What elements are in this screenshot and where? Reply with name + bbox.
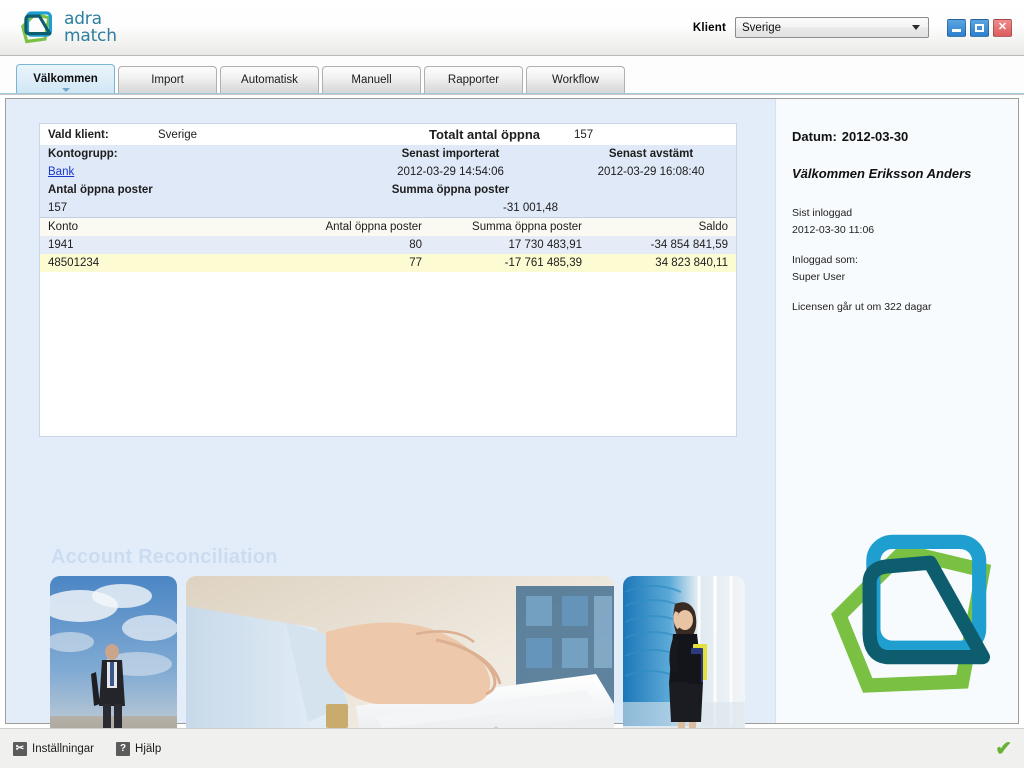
last-login-label: Sist inloggad — [792, 207, 853, 219]
adra-diamond-logo — [20, 10, 53, 43]
cell-konto: 48501234 — [48, 257, 100, 269]
table-row[interactable]: 1941 80 17 730 483,91 -34 854 841,59 — [40, 236, 736, 254]
question-mark-icon: ? — [116, 741, 131, 756]
adra-diamond-logo-large — [831, 534, 992, 693]
titlebar: adra match Klient Sverige ✕ — [0, 0, 1024, 56]
client-label: Klient — [692, 21, 726, 34]
account-group-label: Kontogrupp: — [48, 148, 118, 160]
tab-manuell[interactable]: Manuell — [322, 66, 421, 93]
welcome-message: Välkommen Eriksson Anders — [792, 166, 972, 181]
client-select[interactable]: Sverige — [735, 17, 929, 38]
col-summa-oppna-poster: Summa öppna poster — [472, 221, 582, 233]
col-saldo: Saldo — [698, 221, 728, 233]
table-row: Kontogrupp: Senast importerat Senast avs… — [40, 145, 736, 163]
tab-label: Import — [151, 74, 184, 86]
table-header-row: Konto Antal öppna poster Summa öppna pos… — [40, 218, 736, 236]
tab-import[interactable]: Import — [118, 66, 217, 93]
license-text: Licensen går ut om 322 dagar — [792, 301, 932, 313]
account-group-link-bank[interactable]: Bank — [48, 166, 74, 178]
logged-in-as-value: Super User — [792, 271, 846, 283]
tab-label: Rapporter — [447, 74, 500, 86]
table-row[interactable]: 48501234 77 -17 761 485,39 34 823 840,11 — [40, 254, 736, 272]
total-open-label: Totalt antal öppna — [429, 127, 540, 142]
last-reconciled-value: 2012-03-29 16:08:40 — [597, 166, 705, 178]
cell-antal: 80 — [409, 239, 422, 251]
table-row: Bank 2012-03-29 14:54:06 2012-03-29 16:0… — [40, 163, 736, 181]
tab-label: Workflow — [551, 74, 600, 86]
cell-antal: 77 — [409, 257, 422, 269]
summary-card: Vald klient: Sverige Totalt antal öppna … — [39, 123, 737, 437]
info-pane: Datum: 2012-03-30 Välkommen Eriksson Ande… — [776, 99, 1018, 723]
window-buttons: ✕ — [947, 18, 1012, 37]
tab-label: Välkommen — [33, 73, 98, 85]
brand-logo-area: adra match — [17, 9, 117, 47]
settings-label: Inställningar — [32, 742, 95, 755]
tab-automatisk[interactable]: Automatisk — [220, 66, 319, 93]
last-imported-label: Senast importerat — [401, 148, 500, 160]
tab-label: Automatisk — [241, 74, 298, 86]
open-items-sum-value: -31 001,48 — [335, 199, 566, 218]
cell-saldo: -34 854 841,59 — [650, 239, 728, 251]
tab-bar: Välkommen Import Automatisk Manuell Rapp… — [0, 56, 1024, 94]
tagline-account-reconciliation: Account Reconciliation — [51, 546, 278, 568]
minimize-icon[interactable] — [947, 18, 966, 37]
selected-client-value: Sverige — [158, 128, 197, 141]
accounts-table: Konto Antal öppna poster Summa öppna pos… — [40, 218, 736, 272]
cell-summa: 17 730 483,91 — [508, 239, 582, 251]
date-row: Datum: 2012-03-30 — [792, 129, 1018, 144]
cell-summa: -17 761 485,39 — [504, 257, 582, 269]
last-reconciled-label: Senast avstämt — [608, 148, 694, 160]
client-select-value: Sverige — [742, 21, 781, 34]
tab-rapporter[interactable]: Rapporter — [424, 66, 523, 93]
wrench-tools-icon: ✂ — [13, 741, 27, 756]
maximize-restore-icon[interactable] — [970, 18, 989, 37]
open-items-count-label: Antal öppna poster — [48, 184, 153, 196]
brand-name-line2: match — [64, 25, 117, 46]
date-value: 2012-03-30 — [841, 129, 909, 144]
main-content-area: Vald klient: Sverige Totalt antal öppna … — [0, 94, 1024, 768]
col-antal-oppna-poster: Antal öppna poster — [325, 221, 422, 233]
content-frame: Vald klient: Sverige Totalt antal öppna … — [5, 98, 1019, 768]
last-login-value: 2012-03-30 11:06 — [792, 224, 875, 236]
help-label: Hjälp — [135, 742, 162, 755]
application-window: adra match Klient Sverige ✕ Välkommen Im… — [0, 0, 1024, 768]
open-items-sum-label: Summa öppna poster — [391, 184, 510, 196]
last-imported-value: 2012-03-29 14:54:06 — [397, 166, 504, 178]
total-open-value: 157 — [574, 128, 594, 141]
dashboard-pane: Vald klient: Sverige Totalt antal öppna … — [6, 99, 776, 768]
close-icon[interactable]: ✕ — [993, 18, 1012, 37]
logged-in-as-label: Inloggad som: — [792, 254, 858, 266]
table-row: 157 -31 001,48 — [40, 199, 736, 218]
tab-label: Manuell — [351, 74, 392, 86]
selected-client-label: Vald klient: — [48, 128, 109, 141]
date-label: Datum: — [792, 129, 837, 144]
titlebar-controls: Klient Sverige ✕ — [693, 17, 1024, 38]
status-bar: ✂ Inställningar ? Hjälp ✔ — [0, 728, 1024, 768]
table-row: Vald klient: Sverige Totalt antal öppna … — [40, 124, 736, 145]
chevron-down-icon — [912, 25, 920, 30]
summary-table: Vald klient: Sverige Totalt antal öppna … — [40, 124, 736, 218]
help-button[interactable]: ? Hjälp — [116, 741, 162, 756]
col-konto: Konto — [48, 221, 79, 233]
settings-button[interactable]: ✂ Inställningar — [13, 741, 95, 756]
tab-valkommen[interactable]: Välkommen — [16, 64, 115, 93]
cell-konto: 1941 — [48, 239, 74, 251]
table-row: Antal öppna poster Summa öppna poster — [40, 181, 736, 199]
green-check-icon: ✔ — [995, 737, 1012, 760]
cell-saldo: 34 823 840,11 — [655, 257, 728, 269]
tab-workflow[interactable]: Workflow — [526, 66, 625, 93]
open-items-count-value: 157 — [40, 199, 335, 218]
